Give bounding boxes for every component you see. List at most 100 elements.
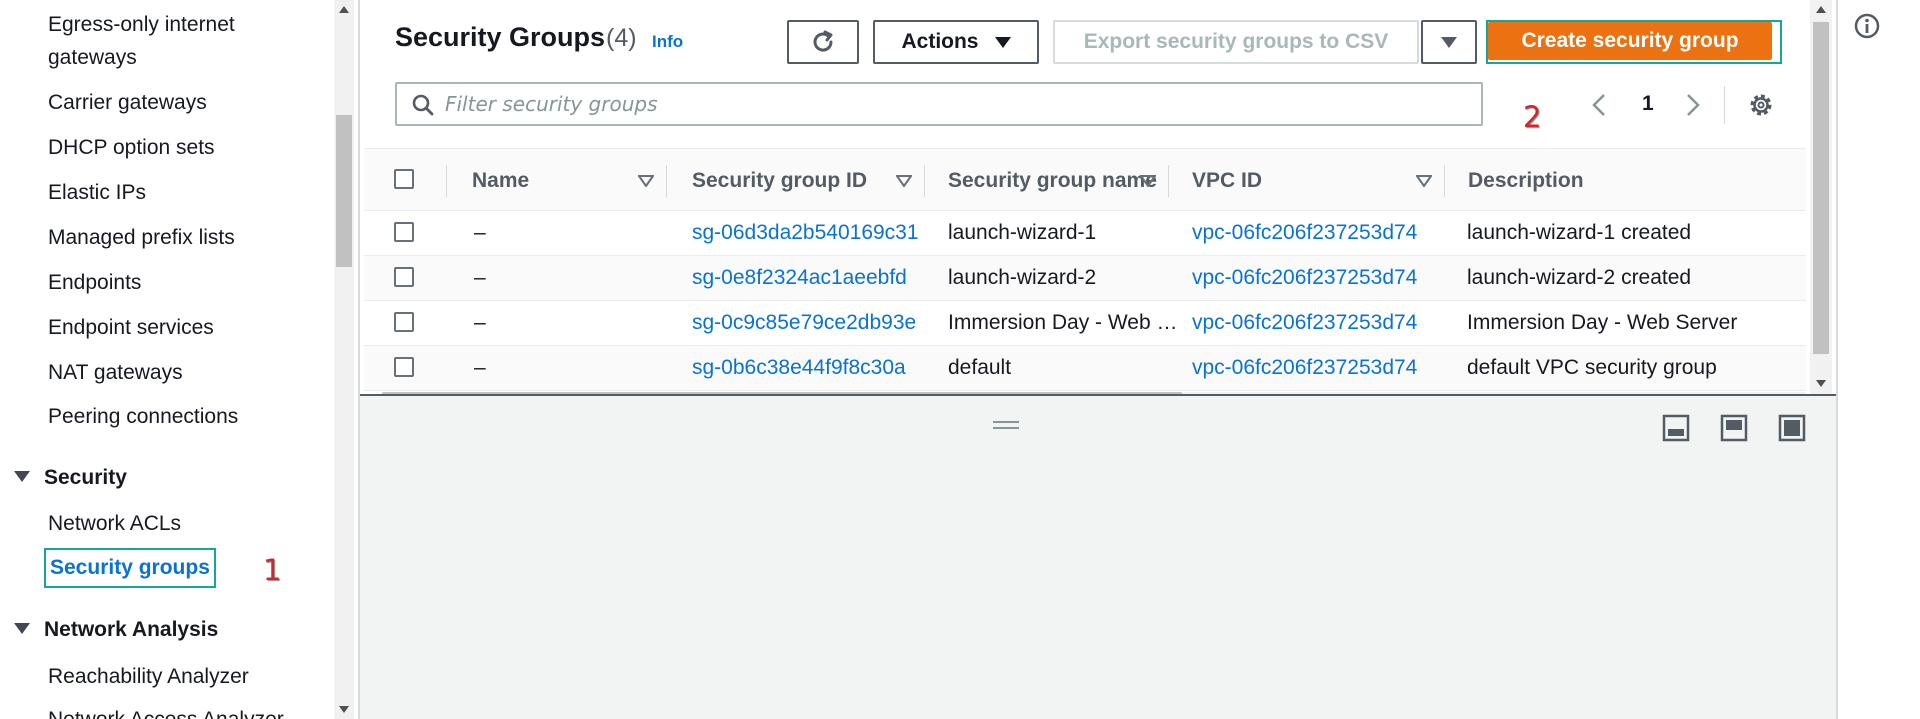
search-box[interactable] bbox=[395, 82, 1483, 126]
caret-down-icon bbox=[14, 622, 30, 634]
security-groups-table: Name Security group ID Security group na… bbox=[364, 148, 1806, 394]
cell-description: default VPC security group bbox=[1467, 356, 1717, 379]
sidebar-section-label: Security bbox=[44, 466, 127, 489]
refresh-icon bbox=[813, 30, 833, 52]
content-vertical-scrollbar[interactable] bbox=[1810, 0, 1832, 394]
sidebar-item-endpoints[interactable]: Endpoints bbox=[48, 266, 141, 299]
row-checkbox[interactable] bbox=[394, 312, 414, 332]
page-title-count: (4) bbox=[606, 24, 637, 52]
annotation-step-2: 2 bbox=[1523, 100, 1542, 134]
caret-down-icon bbox=[14, 470, 30, 482]
next-page-icon[interactable] bbox=[1684, 92, 1702, 118]
resize-handle-icon[interactable] bbox=[992, 419, 1020, 431]
main-panel: Security Groups (4) Info Actions Export … bbox=[358, 0, 1836, 719]
scroll-down-arrow-icon[interactable] bbox=[339, 706, 349, 713]
cell-vpc-id[interactable]: vpc-06fc206f237253d74 bbox=[1192, 221, 1417, 245]
sidebar-section-security[interactable]: Security bbox=[14, 463, 127, 493]
sidebar-item-network-access-analyzer[interactable]: Network Access Analyzer bbox=[48, 703, 284, 719]
cell-security-group-id[interactable]: sg-0b6c38e44f9f8c30a bbox=[692, 356, 906, 380]
sidebar-item-egress-only-gateways[interactable]: Egress-only internet gateways bbox=[48, 8, 235, 74]
split-panel-full-icon[interactable] bbox=[1778, 414, 1806, 442]
column-header-security-group-name[interactable]: Security group name bbox=[948, 169, 1157, 193]
previous-page-icon[interactable] bbox=[1590, 92, 1608, 118]
right-tools-rail bbox=[1836, 0, 1920, 719]
row-checkbox[interactable] bbox=[394, 357, 414, 377]
sidebar-item-reachability-analyzer[interactable]: Reachability Analyzer bbox=[48, 660, 249, 693]
sort-icon[interactable] bbox=[1140, 175, 1156, 187]
sort-icon[interactable] bbox=[896, 175, 912, 187]
actions-button[interactable]: Actions bbox=[873, 20, 1039, 64]
column-header-description[interactable]: Description bbox=[1468, 169, 1584, 193]
info-link[interactable]: Info bbox=[652, 32, 683, 52]
cell-name: – bbox=[474, 356, 486, 379]
sidebar-item-elastic-ips[interactable]: Elastic IPs bbox=[48, 176, 146, 209]
export-dropdown-button[interactable] bbox=[1421, 20, 1477, 64]
export-csv-button[interactable]: Export security groups to CSV bbox=[1053, 20, 1419, 64]
cell-security-group-name: launch-wizard-1 bbox=[948, 221, 1097, 244]
cell-security-group-id[interactable]: sg-0c9c85e79ce2db93e bbox=[692, 311, 916, 335]
cell-security-group-name: Immersion Day - Web … bbox=[948, 311, 1178, 334]
column-header-security-group-id[interactable]: Security group ID bbox=[692, 169, 867, 193]
sidebar-item-endpoint-services[interactable]: Endpoint services bbox=[48, 311, 214, 344]
info-icon[interactable] bbox=[1853, 12, 1881, 40]
table-row[interactable]: – sg-0c9c85e79ce2db93e Immersion Day - W… bbox=[364, 301, 1806, 346]
column-divider bbox=[446, 165, 447, 197]
sidebar-item-security-groups[interactable]: Security groups bbox=[44, 548, 216, 588]
table-horizontal-scrollbar[interactable] bbox=[382, 392, 1806, 394]
create-security-group-button[interactable]: Create security group bbox=[1488, 22, 1772, 60]
cell-description: Immersion Day - Web Server bbox=[1467, 311, 1738, 334]
sidebar-scrollbar[interactable] bbox=[334, 0, 354, 719]
column-header-name[interactable]: Name bbox=[472, 169, 529, 193]
cell-vpc-id[interactable]: vpc-06fc206f237253d74 bbox=[1192, 356, 1417, 380]
sort-icon[interactable] bbox=[1416, 175, 1432, 187]
column-divider bbox=[924, 165, 925, 197]
sidebar-item-label: Egress-only internet bbox=[48, 13, 235, 36]
cell-security-group-id[interactable]: sg-0e8f2324ac1aeebfd bbox=[692, 266, 907, 290]
horizontal-scrollbar-thumb[interactable] bbox=[382, 392, 1182, 394]
cell-name: – bbox=[474, 311, 486, 334]
sidebar-item-carrier-gateways[interactable]: Carrier gateways bbox=[48, 86, 207, 119]
sidebar: Egress-only internet gateways Carrier ga… bbox=[0, 0, 334, 719]
security-groups-container: Security Groups (4) Info Actions Export … bbox=[358, 0, 1836, 396]
table-row[interactable]: – sg-0e8f2324ac1aeebfd launch-wizard-2 v… bbox=[364, 256, 1806, 301]
cell-name: – bbox=[474, 266, 486, 289]
sidebar-item-network-acls[interactable]: Network ACLs bbox=[48, 507, 181, 540]
cell-vpc-id[interactable]: vpc-06fc206f237253d74 bbox=[1192, 266, 1417, 290]
select-all-checkbox[interactable] bbox=[394, 169, 414, 189]
refresh-button[interactable] bbox=[787, 20, 859, 64]
sidebar-item-managed-prefix-lists[interactable]: Managed prefix lists bbox=[48, 221, 235, 254]
row-checkbox[interactable] bbox=[394, 267, 414, 287]
sidebar-item-peering-connections[interactable]: Peering connections bbox=[48, 400, 238, 433]
split-panel-side-icon[interactable] bbox=[1720, 414, 1748, 442]
annotation-step-1: 1 bbox=[263, 553, 282, 587]
split-panel-bottom-icon[interactable] bbox=[1662, 414, 1690, 442]
scroll-up-arrow-icon[interactable] bbox=[339, 6, 349, 13]
current-page-number[interactable]: 1 bbox=[1642, 92, 1654, 116]
search-icon bbox=[412, 94, 434, 116]
cell-vpc-id[interactable]: vpc-06fc206f237253d74 bbox=[1192, 311, 1417, 335]
sidebar-section-label: Network Analysis bbox=[44, 618, 219, 641]
sidebar-item-dhcp-option-sets[interactable]: DHCP option sets bbox=[48, 131, 215, 164]
scroll-up-arrow-icon[interactable] bbox=[1816, 6, 1826, 13]
sidebar-item-label: gateways bbox=[48, 46, 137, 69]
sidebar-scrollbar-thumb[interactable] bbox=[336, 115, 352, 267]
search-input[interactable] bbox=[445, 84, 1465, 124]
column-divider bbox=[1444, 165, 1445, 197]
page-title: Security Groups bbox=[395, 22, 606, 52]
table-row[interactable]: – sg-0b6c38e44f9f8c30a default vpc-06fc2… bbox=[364, 346, 1806, 391]
actions-button-label: Actions bbox=[901, 30, 979, 53]
column-header-vpc-id[interactable]: VPC ID bbox=[1192, 169, 1262, 193]
row-checkbox[interactable] bbox=[394, 222, 414, 242]
vertical-scrollbar-thumb[interactable] bbox=[1813, 22, 1829, 354]
sidebar-section-network-analysis[interactable]: Network Analysis bbox=[14, 615, 218, 645]
table-row[interactable]: – sg-06d3da2b540169c31 launch-wizard-1 v… bbox=[364, 211, 1806, 256]
cell-security-group-id[interactable]: sg-06d3da2b540169c31 bbox=[692, 221, 919, 245]
column-divider bbox=[1168, 165, 1169, 197]
cell-name: – bbox=[474, 221, 486, 244]
gear-icon[interactable] bbox=[1746, 90, 1776, 120]
caret-down-icon bbox=[1441, 36, 1457, 48]
cell-description: launch-wizard-2 created bbox=[1467, 266, 1692, 289]
scroll-down-arrow-icon[interactable] bbox=[1816, 380, 1826, 387]
sort-icon[interactable] bbox=[638, 175, 654, 187]
sidebar-item-nat-gateways[interactable]: NAT gateways bbox=[48, 356, 183, 389]
